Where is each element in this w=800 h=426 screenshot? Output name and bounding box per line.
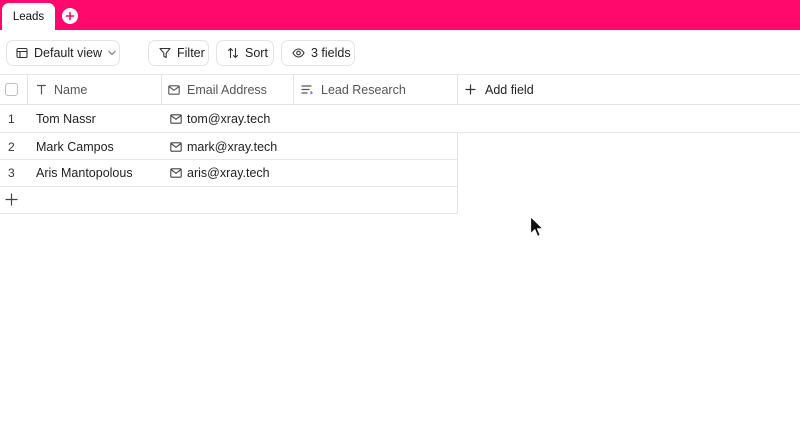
divider <box>457 133 458 213</box>
divider <box>27 75 28 105</box>
table-row[interactable]: 1 Tom Nassr tom@xray.tech <box>0 105 458 132</box>
email-value: tom@xray.tech <box>187 111 271 126</box>
lead-research-cell[interactable] <box>294 159 457 186</box>
fields-button[interactable]: 3 fields <box>281 40 355 66</box>
filter-icon <box>159 47 171 59</box>
row-number: 1 <box>8 111 15 126</box>
name-cell[interactable]: Aris Mantopolous <box>36 159 133 186</box>
add-field-button[interactable]: Add field <box>465 75 534 104</box>
mouse-cursor-icon <box>529 215 544 238</box>
email-value: aris@xray.tech <box>187 165 270 180</box>
mail-icon <box>170 167 182 178</box>
email-cell[interactable]: aris@xray.tech <box>170 159 270 186</box>
column-header-lead-research[interactable]: Lead Research <box>301 75 406 104</box>
email-value: mark@xray.tech <box>187 139 278 154</box>
lead-research-cell[interactable] <box>294 133 457 160</box>
sort-icon <box>227 47 239 59</box>
name-cell[interactable]: Tom Nassr <box>36 105 96 132</box>
column-label: Lead Research <box>321 82 406 97</box>
table-view-icon <box>16 47 28 59</box>
email-cell[interactable]: tom@xray.tech <box>170 105 270 132</box>
filter-label: Filter <box>177 46 205 60</box>
row-number: 3 <box>8 165 15 180</box>
column-header-name[interactable]: Name <box>36 75 87 104</box>
view-toolbar: Default view Filter Sort 3 fields <box>0 30 800 75</box>
table-row[interactable]: 3 Aris Mantopolous aris@xray.tech <box>0 159 458 186</box>
add-row-button[interactable] <box>0 186 458 213</box>
lead-research-cell[interactable] <box>294 105 457 132</box>
column-header-email[interactable]: Email Address <box>168 75 267 104</box>
chevron-down-icon <box>108 50 116 56</box>
row-number: 2 <box>8 139 15 154</box>
plus-icon <box>5 186 18 213</box>
view-label: Default view <box>34 46 103 60</box>
email-cell[interactable]: mark@xray.tech <box>170 133 277 160</box>
ai-text-icon <box>301 84 314 95</box>
sort-button[interactable]: Sort <box>216 40 274 66</box>
view-selector[interactable]: Default view <box>6 40 120 66</box>
divider <box>161 75 162 105</box>
checkbox[interactable] <box>5 83 18 96</box>
tab-leads[interactable]: Leads <box>2 3 55 30</box>
plus-icon <box>465 84 476 95</box>
filter-button[interactable]: Filter <box>148 40 209 66</box>
fields-label: 3 fields <box>311 46 351 60</box>
sort-label: Sort <box>245 46 268 60</box>
mail-icon <box>168 84 180 95</box>
row-divider <box>0 213 458 214</box>
eye-icon <box>292 48 305 58</box>
mail-icon <box>170 113 182 124</box>
tab-bar: Leads <box>0 0 800 30</box>
text-type-icon <box>36 84 47 95</box>
name-cell[interactable]: Mark Campos <box>36 133 114 160</box>
select-all-checkbox[interactable] <box>5 75 18 104</box>
table-row[interactable]: 2 Mark Campos mark@xray.tech <box>0 133 458 160</box>
column-label: Name <box>54 82 88 97</box>
tab-label: Leads <box>12 10 45 23</box>
mail-icon <box>170 141 182 152</box>
plus-icon <box>65 11 75 21</box>
divider <box>457 75 458 105</box>
header-row: Name Email Address Lead Research Add fie… <box>0 75 800 105</box>
divider <box>293 75 294 105</box>
add-tab-button[interactable] <box>62 8 78 24</box>
column-label: Email Address <box>187 82 267 97</box>
add-field-label: Add field <box>485 82 534 97</box>
